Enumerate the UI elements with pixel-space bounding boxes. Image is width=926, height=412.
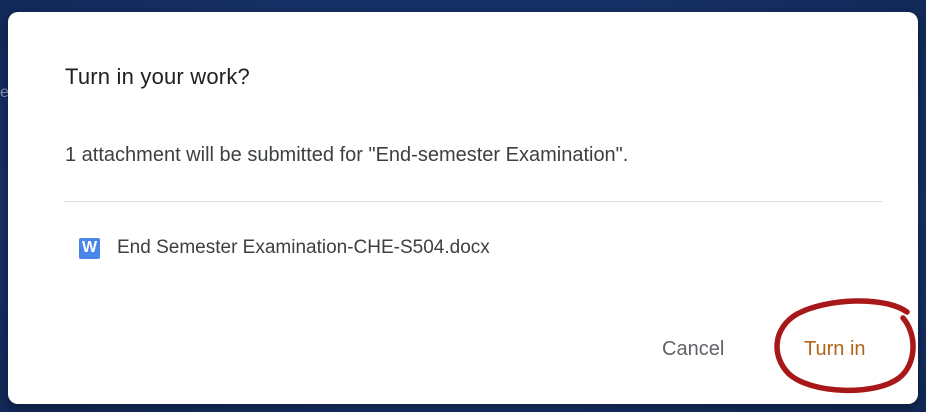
attachment-item[interactable]: W End Semester Examination-CHE-S504.docx [79, 236, 490, 260]
cancel-button[interactable]: Cancel [656, 334, 730, 365]
attachment-name[interactable]: End Semester Examination-CHE-S504.docx [117, 237, 490, 259]
turn-in-dialog: Turn in your work? 1 attachment will be … [8, 12, 918, 404]
dialog-title: Turn in your work? [65, 64, 250, 89]
dialog-divider [64, 201, 882, 202]
turn-in-button[interactable]: Turn in [798, 334, 872, 365]
word-doc-icon: W [79, 237, 100, 259]
dialog-message: 1 attachment will be submitted for "End-… [65, 144, 629, 166]
